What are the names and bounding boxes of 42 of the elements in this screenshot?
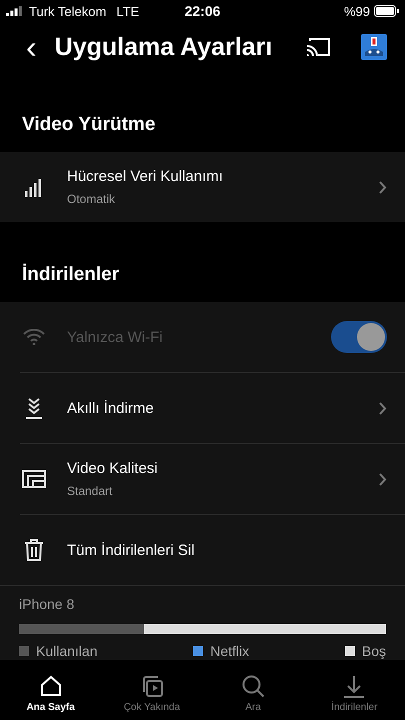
legend-label: Boş (362, 643, 386, 659)
clock-time: 22:06 (184, 3, 220, 19)
carrier-name: Turk Telekom (29, 4, 106, 18)
row-label: Tüm İndirilenleri Sil (67, 542, 196, 558)
profile-avatar-icon[interactable] (361, 34, 387, 60)
tab-bar-item[interactable]: Çok Yakında (101, 668, 202, 720)
wifi-icon (23, 329, 45, 345)
chevron-right-icon (379, 402, 387, 414)
settings-row[interactable]: Hücresel Veri Kullanımı Otomatik (0, 152, 405, 222)
page-title: Uygulama Ayarları (54, 32, 274, 62)
double-chevron-down-icon (25, 397, 43, 419)
network-type: LTE (116, 4, 140, 18)
row-label: Video Kalitesi (67, 460, 159, 477)
chevron-right-icon (379, 472, 387, 486)
tab-bar-item[interactable]: Ana Sayfa (0, 668, 102, 720)
tab-bar-item[interactable]: Ara (202, 668, 304, 720)
nested-frames-icon (22, 470, 46, 488)
cast-icon[interactable] (306, 37, 331, 57)
section-title: İndirilenler (22, 264, 120, 285)
tab-bar-item[interactable]: İndirilenler (304, 668, 405, 720)
row-value: Standart (67, 484, 114, 498)
battery-percent: %99 (344, 4, 370, 18)
settings-row[interactable]: Tüm İndirilenleri Sil (20, 514, 405, 585)
download-icon (342, 674, 366, 698)
back-button[interactable]: ‹ (22, 31, 41, 63)
legend-label: Netflix (210, 643, 250, 659)
row-value: Otomatik (67, 192, 116, 206)
settings-row[interactable]: Video Kalitesi Standart (20, 443, 405, 514)
search-icon (241, 674, 266, 698)
device-name: iPhone 8 (19, 596, 74, 612)
chevron-right-icon (379, 180, 387, 194)
row-label: Akıllı İndirme (67, 400, 155, 416)
row-label: Hücresel Veri Kullanımı (67, 168, 224, 185)
section-title: Video Yürütme (22, 114, 156, 135)
signal-bars-icon (25, 177, 43, 197)
battery-icon (374, 5, 399, 17)
trash-icon (24, 539, 44, 561)
settings-row[interactable]: Akıllı İndirme (20, 372, 405, 443)
legend-label: Kullanılan (36, 643, 98, 659)
home-icon (38, 674, 63, 698)
row-label: Yalnızca Wi-Fi (67, 328, 164, 346)
cell-signal-icon (6, 6, 23, 16)
